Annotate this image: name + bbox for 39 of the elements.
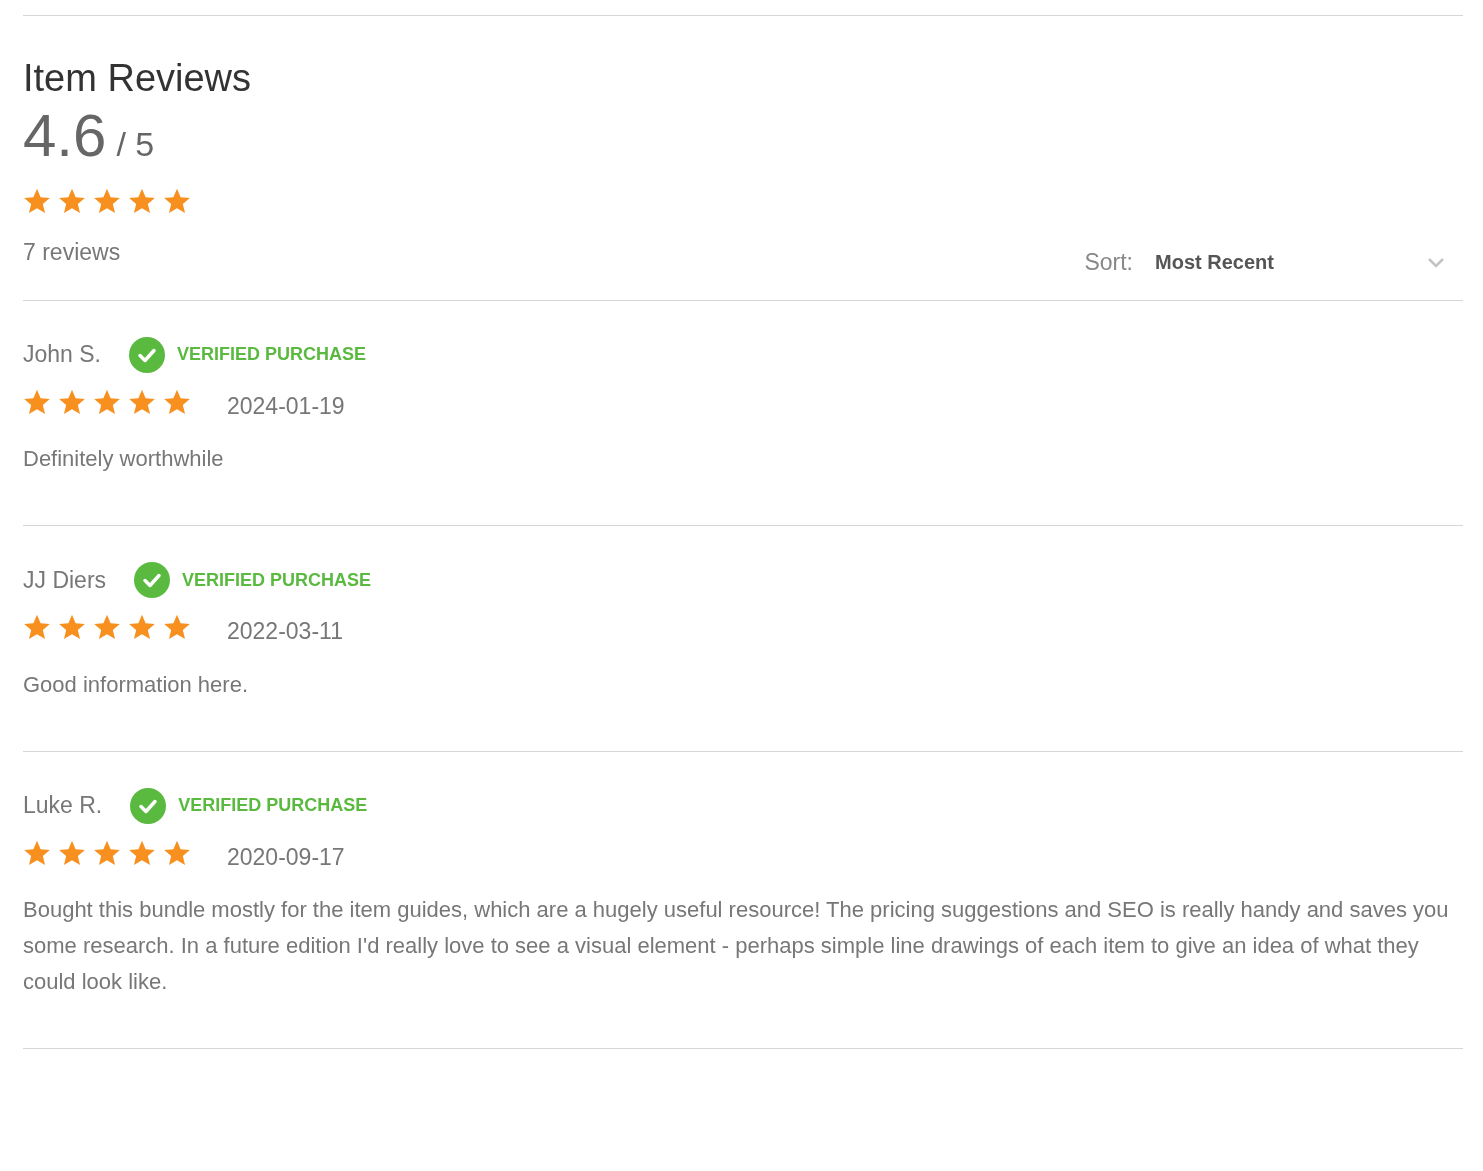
chevron-down-icon: [1427, 256, 1445, 268]
star-icon: [93, 839, 121, 867]
score-scale: / 5: [116, 124, 155, 165]
star-icon: [128, 839, 156, 867]
star-icon: [58, 614, 86, 641]
reviewer-name: John S.: [23, 340, 101, 370]
review-date: 2022-03-11: [227, 617, 343, 646]
sort-dropdown[interactable]: Most Recent: [1155, 247, 1445, 278]
star-icon: [163, 188, 191, 215]
star-icon: [163, 614, 191, 641]
review-text: Bought this bundle mostly for the item guides, which are a hugely useful resource! The pricing suggestions and SEO is really handy and saves you some research. In a future edition I'd really love to see a visual element - perhaps simple line drawings of each item to give an idea of what they could look like.: [23, 896, 1450, 996]
star-icon: [163, 839, 191, 867]
star-icon: [128, 614, 156, 641]
reviewer-name: JJ Diers: [23, 565, 107, 595]
average-score: 4.6: [23, 104, 107, 168]
sort-label: Sort:: [1084, 248, 1133, 277]
star-icon: [163, 388, 191, 416]
review-date: 2024-01-19: [227, 391, 345, 421]
review-count: 7 reviews: [23, 238, 122, 267]
star-icon: [58, 839, 86, 867]
star-icon: [23, 614, 51, 641]
verified-purchase-label: VERIFIED PURCHASE: [182, 568, 372, 592]
review-date: 2020-09-17: [227, 842, 345, 872]
star-icon: [128, 388, 156, 416]
star-icon: [128, 188, 156, 215]
star-icon: [23, 388, 51, 416]
star-icon: [58, 388, 86, 416]
section-title: Item Reviews: [23, 56, 252, 101]
verified-purchase-label: VERIFIED PURCHASE: [178, 794, 368, 817]
star-icon: [23, 839, 51, 867]
star-icon: [93, 388, 121, 416]
verified-purchase-label: VERIFIED PURCHASE: [177, 343, 367, 366]
star-icon: [93, 188, 121, 215]
review-text: Good information here.: [23, 670, 250, 699]
review-text: Definitely worthwhile: [23, 445, 225, 473]
star-icon: [23, 188, 51, 215]
reviewer-name: Luke R.: [23, 791, 103, 821]
star-icon: [93, 614, 121, 641]
star-icon: [58, 188, 86, 215]
